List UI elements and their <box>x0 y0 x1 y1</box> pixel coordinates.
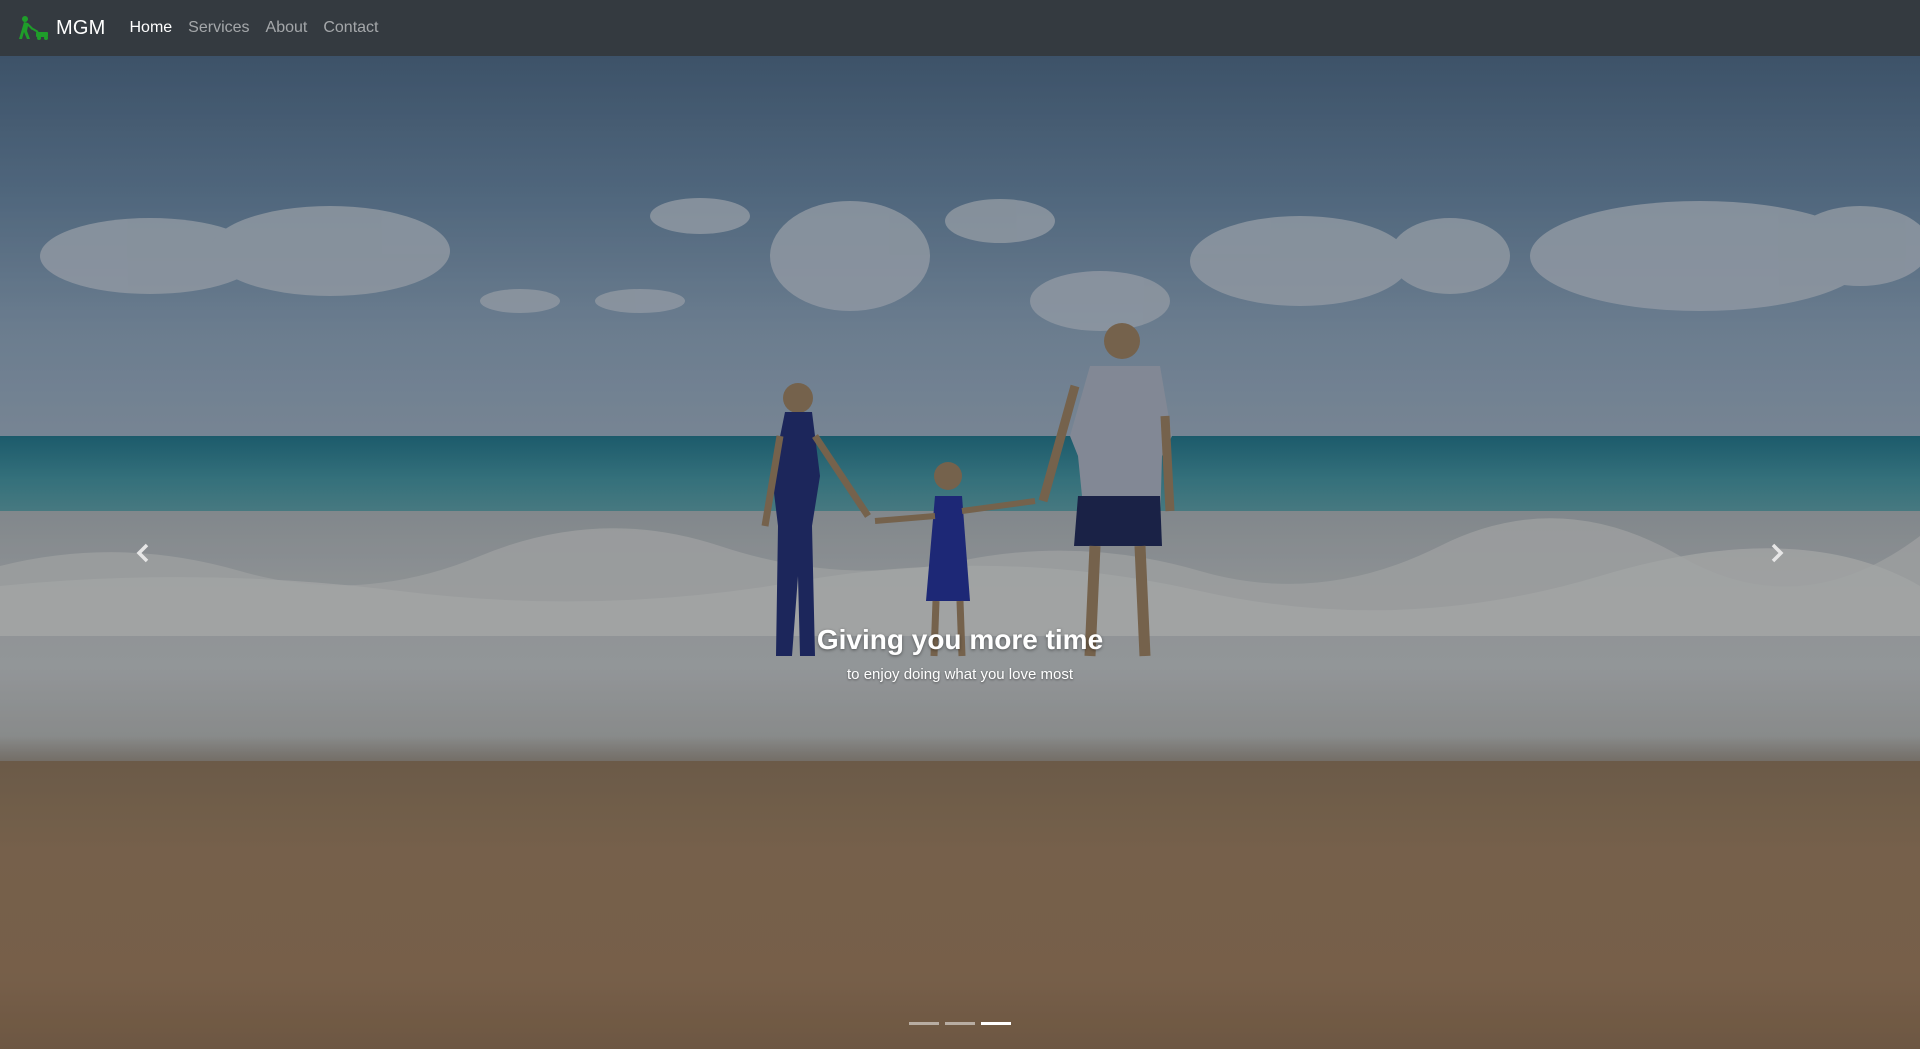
chevron-right-icon <box>1771 543 1784 562</box>
nav-links: Home Services About Contact <box>129 19 394 37</box>
nav-link-services[interactable]: Services <box>188 19 249 37</box>
brand-name: MGM <box>56 16 106 39</box>
nav-link-contact[interactable]: Contact <box>323 19 378 37</box>
nav-link-home[interactable]: Home <box>129 19 172 37</box>
carousel-indicators <box>0 1022 1920 1025</box>
chevron-left-icon <box>136 543 149 562</box>
carousel-next-button[interactable] <box>1632 56 1920 1049</box>
brand-link[interactable]: MGM <box>16 15 105 41</box>
navbar: MGM Home Services About Contact <box>0 0 1920 56</box>
lawnmower-person-icon <box>16 15 52 41</box>
nav-link-about[interactable]: About <box>266 19 308 37</box>
carousel-indicator-3[interactable] <box>981 1022 1011 1025</box>
carousel-indicator-2[interactable] <box>945 1022 975 1025</box>
hero-carousel: Giving you more time to enjoy doing what… <box>0 56 1920 1049</box>
carousel-indicator-1[interactable] <box>909 1022 939 1025</box>
carousel-prev-button[interactable] <box>0 56 288 1049</box>
